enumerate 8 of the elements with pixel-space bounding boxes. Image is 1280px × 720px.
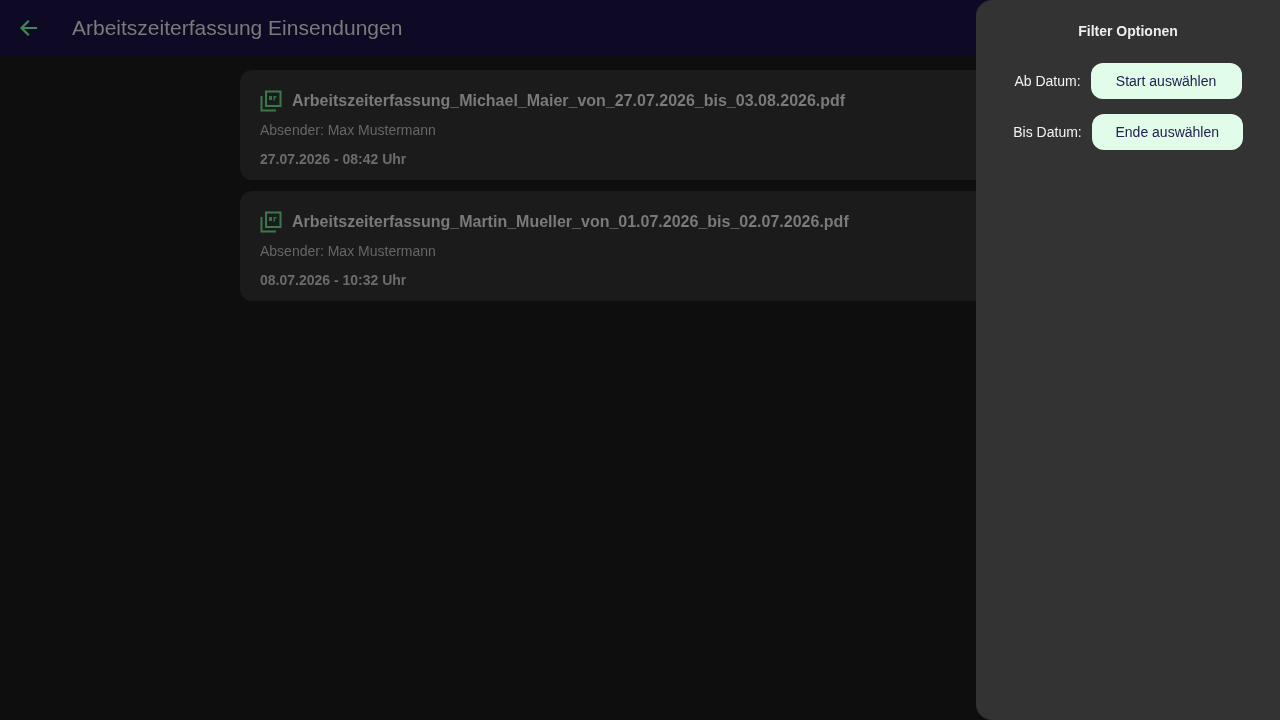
drawer-title: Filter Optionen: [1078, 22, 1178, 41]
sender-text: Absender: Max Mustermann: [260, 242, 436, 261]
file-name: Arbeitszeiterfassung_Michael_Maier_von_27.07.2026_bis_03.08.2026.pdf: [292, 91, 846, 111]
timestamp-text: 08.07.2026 - 10:32 Uhr: [260, 271, 407, 290]
file-name: Arbeitszeiterfassung_Martin_Mueller_von_01.07.2026_bis_02.07.2026.pdf: [292, 212, 849, 232]
sender-text: Absender: Max Mustermann: [260, 121, 436, 140]
page-title: Arbeitszeiterfassung Einsendungen: [72, 15, 403, 42]
timestamp-text: 27.07.2026 - 08:42 Uhr: [260, 150, 407, 169]
